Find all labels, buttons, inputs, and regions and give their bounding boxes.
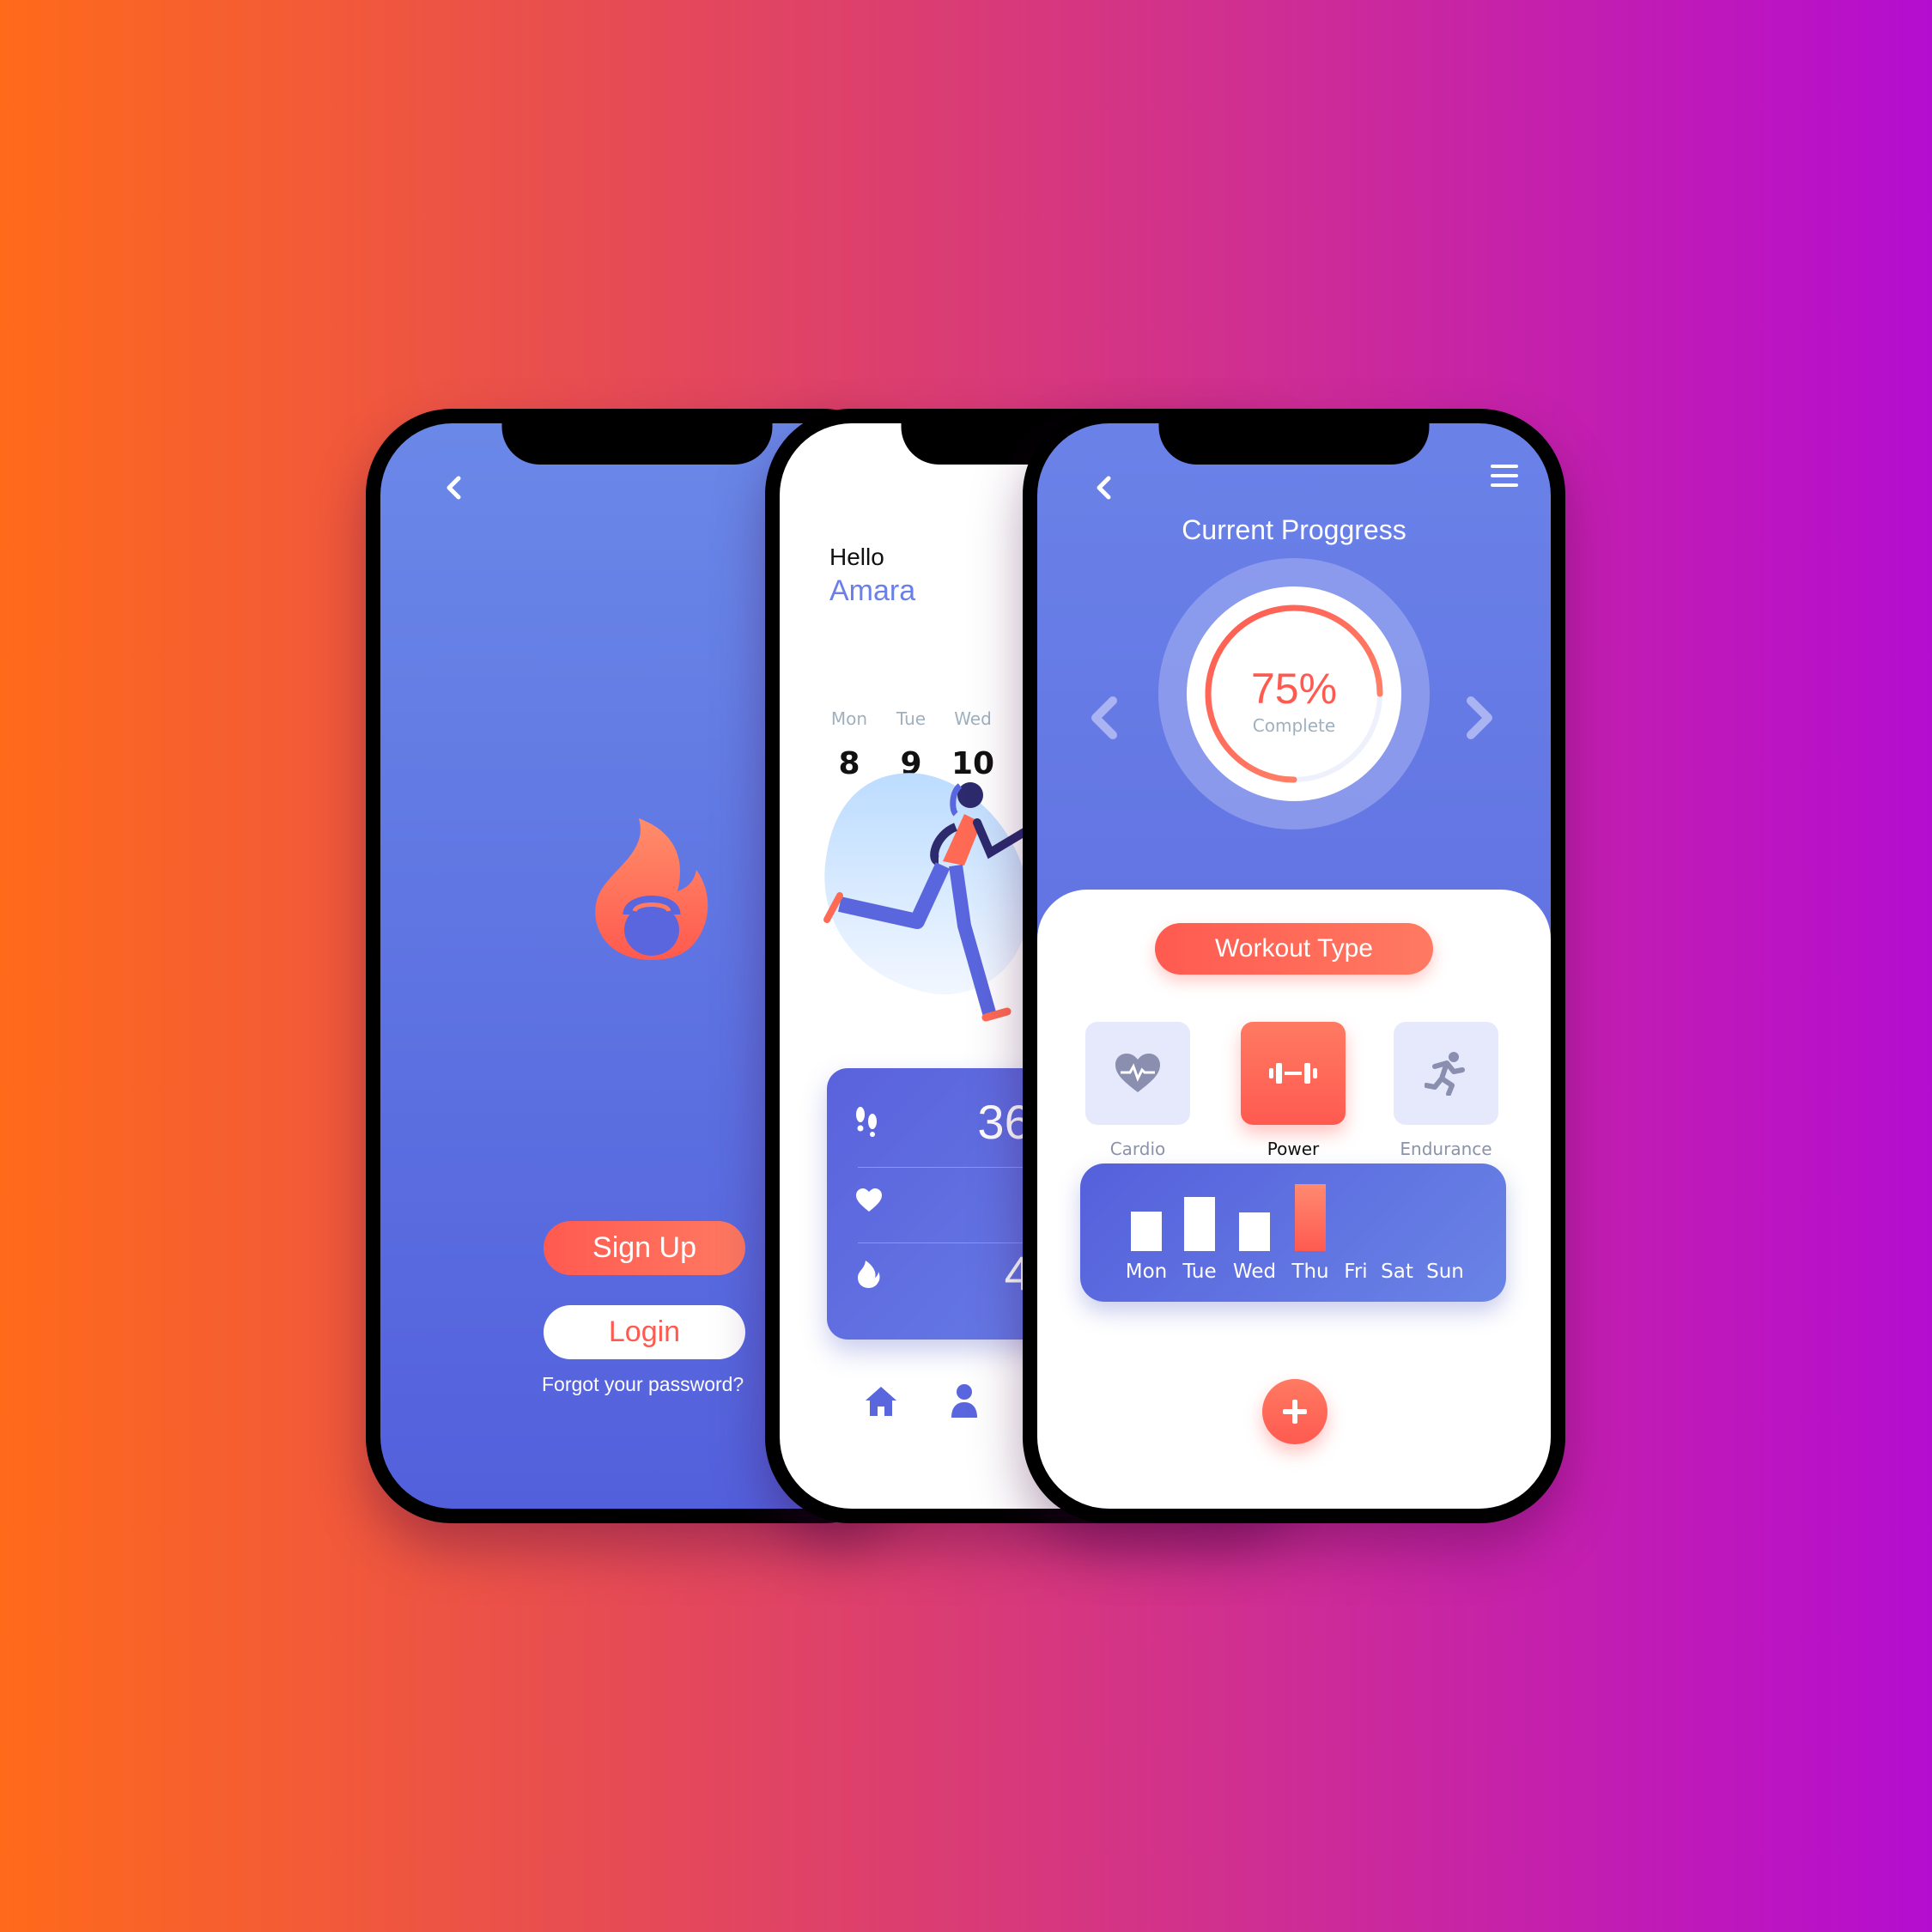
bar-label-tue: Tue <box>1182 1261 1217 1283</box>
heart-icon <box>856 1188 882 1212</box>
greeting: Hello <box>829 544 884 570</box>
chevron-left-icon[interactable] <box>1092 475 1116 501</box>
heart-pulse-icon <box>1115 1054 1160 1092</box>
workout-type-button[interactable]: Workout Type <box>1155 923 1433 975</box>
workout-tile-power[interactable] <box>1241 1022 1346 1125</box>
bar-label-sat: Sat <box>1381 1261 1413 1283</box>
menu-icon[interactable] <box>1491 463 1518 489</box>
workout-tile-cardio[interactable] <box>1085 1022 1190 1125</box>
notch <box>501 423 773 465</box>
flame-kettlebell-icon <box>595 818 708 960</box>
add-button[interactable] <box>1262 1379 1327 1444</box>
bar-mon <box>1131 1211 1162 1251</box>
workout-label-endurance: Endurance <box>1400 1139 1492 1159</box>
bar-label-thu: Thu <box>1291 1261 1329 1283</box>
bar-thu <box>1295 1184 1326 1251</box>
home-icon[interactable] <box>864 1385 898 1418</box>
workout-label-cardio: Cardio <box>1109 1139 1166 1159</box>
dumbbell-icon <box>1269 1063 1317 1084</box>
user-name: Amara <box>829 574 916 607</box>
forgot-password-link[interactable]: Forgot your password? <box>542 1373 744 1396</box>
bar-label-sun: Sun <box>1426 1261 1464 1283</box>
login-button[interactable]: Login <box>544 1305 745 1359</box>
workout-tile-endurance[interactable] <box>1394 1022 1498 1125</box>
bar-label-wed: Wed <box>1232 1261 1277 1283</box>
chevron-right-icon[interactable] <box>1464 696 1495 739</box>
notch <box>1158 423 1430 465</box>
page-title: Current Proggress <box>1182 514 1406 545</box>
day-name: Tue <box>896 708 927 729</box>
progress-percent: 75% <box>1250 665 1338 713</box>
progress-screen: Current Proggress 75% Complete Workout T… <box>1037 423 1551 1509</box>
running-icon <box>1425 1052 1465 1096</box>
footsteps-icon <box>856 1107 877 1137</box>
user-icon[interactable] <box>950 1383 979 1418</box>
day-name: Mon <box>830 708 868 729</box>
workout-panel: Workout Type Cardio Power Endurance Mon T… <box>1037 890 1551 1509</box>
progress-phone: Current Proggress 75% Complete Workout T… <box>1023 409 1565 1523</box>
flame-icon <box>858 1261 880 1288</box>
day-name: Wed <box>954 708 992 729</box>
weekly-bar-chart: Mon Tue Wed Thu Fri Sat Sun <box>1080 1163 1506 1302</box>
workout-label-power: Power <box>1267 1139 1320 1159</box>
bar-wed <box>1239 1212 1270 1251</box>
bar-label-mon: Mon <box>1125 1261 1168 1283</box>
chevron-left-icon[interactable] <box>1089 696 1120 739</box>
bar-tue <box>1184 1196 1215 1251</box>
signup-button[interactable]: Sign Up <box>544 1221 745 1275</box>
runner-illustration <box>823 773 1037 1022</box>
progress-caption: Complete <box>1252 715 1336 736</box>
chevron-left-icon[interactable] <box>442 475 466 501</box>
plus-icon <box>1283 1400 1307 1424</box>
